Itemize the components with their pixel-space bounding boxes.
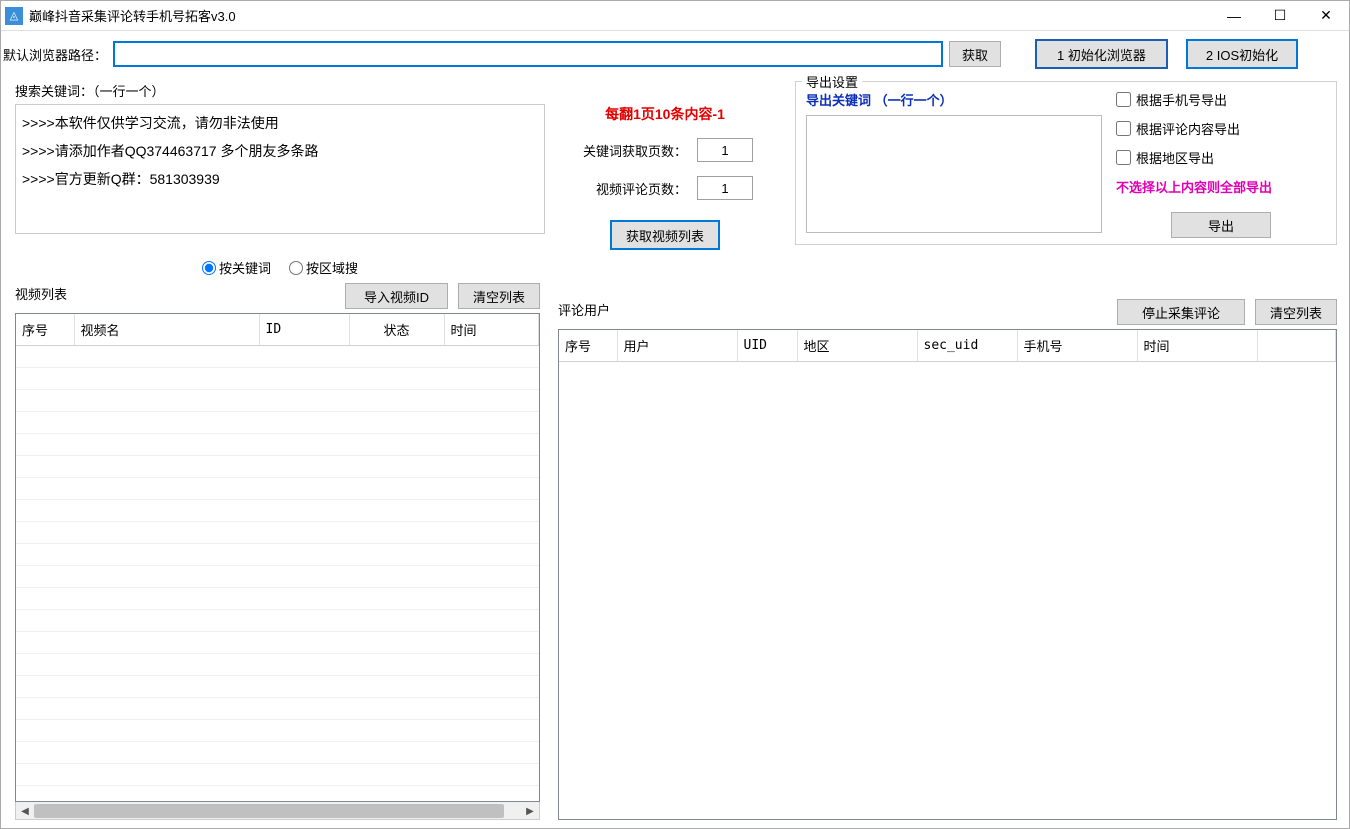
check-region-label: 根据地区导出	[1136, 148, 1214, 167]
get-video-list-button[interactable]: 获取视频列表	[610, 220, 720, 250]
keywords-textarea[interactable]	[15, 104, 545, 234]
table-row[interactable]	[16, 610, 539, 632]
ios-init-button[interactable]: 2 IOS初始化	[1186, 39, 1298, 69]
video-list-hscrollbar[interactable]: ◀ ▶	[15, 802, 540, 820]
comment-list-table[interactable]: 序号 用户 UID 地区 sec_uid 手机号 时间	[558, 329, 1337, 820]
col-comment-time[interactable]: 时间	[1137, 330, 1257, 362]
comment-pages-input[interactable]	[697, 176, 753, 200]
check-content-label: 根据评论内容导出	[1136, 119, 1240, 138]
table-row[interactable]	[16, 478, 539, 500]
app-icon: ◬	[5, 7, 23, 25]
table-row[interactable]	[16, 456, 539, 478]
table-row[interactable]	[16, 346, 539, 368]
check-export-phone[interactable]: 根据手机号导出	[1116, 90, 1326, 109]
col-video-status[interactable]: 状态	[349, 314, 444, 346]
col-comment-user[interactable]: 用户	[617, 330, 737, 362]
col-video-time[interactable]: 时间	[444, 314, 539, 346]
scroll-left-icon[interactable]: ◀	[16, 802, 34, 820]
clear-video-list-button[interactable]: 清空列表	[458, 283, 540, 309]
table-row[interactable]	[16, 764, 539, 786]
pagination-hint: 每翻1页10条内容-1	[605, 104, 725, 124]
col-comment-phone[interactable]: 手机号	[1017, 330, 1137, 362]
scroll-thumb[interactable]	[34, 804, 504, 818]
check-export-content[interactable]: 根据评论内容导出	[1116, 119, 1326, 138]
scroll-right-icon[interactable]: ▶	[521, 802, 539, 820]
table-row[interactable]	[16, 368, 539, 390]
comment-pages-label: 视频评论页数：	[577, 179, 687, 198]
table-row[interactable]	[16, 500, 539, 522]
get-button[interactable]: 获取	[949, 41, 1001, 67]
table-row[interactable]	[16, 390, 539, 412]
browser-path-input[interactable]	[113, 41, 943, 67]
col-comment-uid[interactable]: UID	[737, 330, 797, 362]
table-row[interactable]	[16, 434, 539, 456]
video-list-title: 视频列表	[15, 284, 67, 309]
table-row[interactable]	[16, 544, 539, 566]
window-title: 巅峰抖音采集评论转手机号拓客v3.0	[29, 6, 236, 25]
check-export-region[interactable]: 根据地区导出	[1116, 148, 1326, 167]
search-keywords-fieldset: 搜索关键词：（一行一个） 每翻1页10条内容-1 关键词获取页数： 视频评论页数…	[15, 81, 775, 250]
video-list-table[interactable]: 序号 视频名 ID 状态 时间	[15, 313, 540, 802]
table-row[interactable]	[16, 654, 539, 676]
col-comment-extra[interactable]	[1257, 330, 1336, 362]
import-video-id-button[interactable]: 导入视频ID	[345, 283, 448, 309]
table-row[interactable]	[16, 566, 539, 588]
table-row[interactable]	[16, 588, 539, 610]
keyword-pages-input[interactable]	[697, 138, 753, 162]
maximize-button[interactable]: ☐	[1257, 1, 1303, 31]
export-keywords-textarea[interactable]	[806, 115, 1102, 233]
table-row[interactable]	[16, 676, 539, 698]
close-button[interactable]: ✕	[1303, 1, 1349, 31]
init-browser-button[interactable]: 1 初始化浏览器	[1035, 39, 1168, 69]
col-comment-secuid[interactable]: sec_uid	[917, 330, 1017, 362]
clear-comment-list-button[interactable]: 清空列表	[1255, 299, 1337, 325]
comment-list-title: 评论用户	[558, 300, 610, 325]
table-row[interactable]	[16, 412, 539, 434]
search-legend: 搜索关键词：（一行一个）	[15, 81, 775, 104]
titlebar: ◬ 巅峰抖音采集评论转手机号拓客v3.0 — ☐ ✕	[1, 1, 1349, 31]
radio-by-region[interactable]: 按区域搜	[289, 258, 358, 277]
col-video-id[interactable]: ID	[259, 314, 349, 346]
export-button[interactable]: 导出	[1171, 212, 1271, 238]
browser-path-label: 默认浏览器路径：	[1, 45, 107, 64]
minimize-button[interactable]: —	[1211, 1, 1257, 31]
check-phone-label: 根据手机号导出	[1136, 90, 1227, 109]
table-row[interactable]	[16, 698, 539, 720]
col-video-name[interactable]: 视频名	[74, 314, 259, 346]
col-video-seq[interactable]: 序号	[16, 314, 74, 346]
stop-collect-button[interactable]: 停止采集评论	[1117, 299, 1245, 325]
radio-by-region-label: 按区域搜	[306, 258, 358, 277]
export-keyword-label: 导出关键词 （一行一个）	[806, 90, 1102, 109]
table-row[interactable]	[16, 522, 539, 544]
table-row[interactable]	[16, 720, 539, 742]
radio-by-keyword[interactable]: 按关键词	[202, 258, 271, 277]
keyword-pages-label: 关键词获取页数：	[577, 141, 687, 160]
radio-by-keyword-label: 按关键词	[219, 258, 271, 277]
export-settings-fieldset: 导出设置 导出关键词 （一行一个） 根据手机号导出	[795, 81, 1337, 245]
col-comment-region[interactable]: 地区	[797, 330, 917, 362]
table-row[interactable]	[16, 742, 539, 764]
export-all-hint: 不选择以上内容则全部导出	[1116, 177, 1326, 196]
col-comment-seq[interactable]: 序号	[559, 330, 617, 362]
export-legend: 导出设置	[802, 72, 862, 91]
table-row[interactable]	[16, 632, 539, 654]
